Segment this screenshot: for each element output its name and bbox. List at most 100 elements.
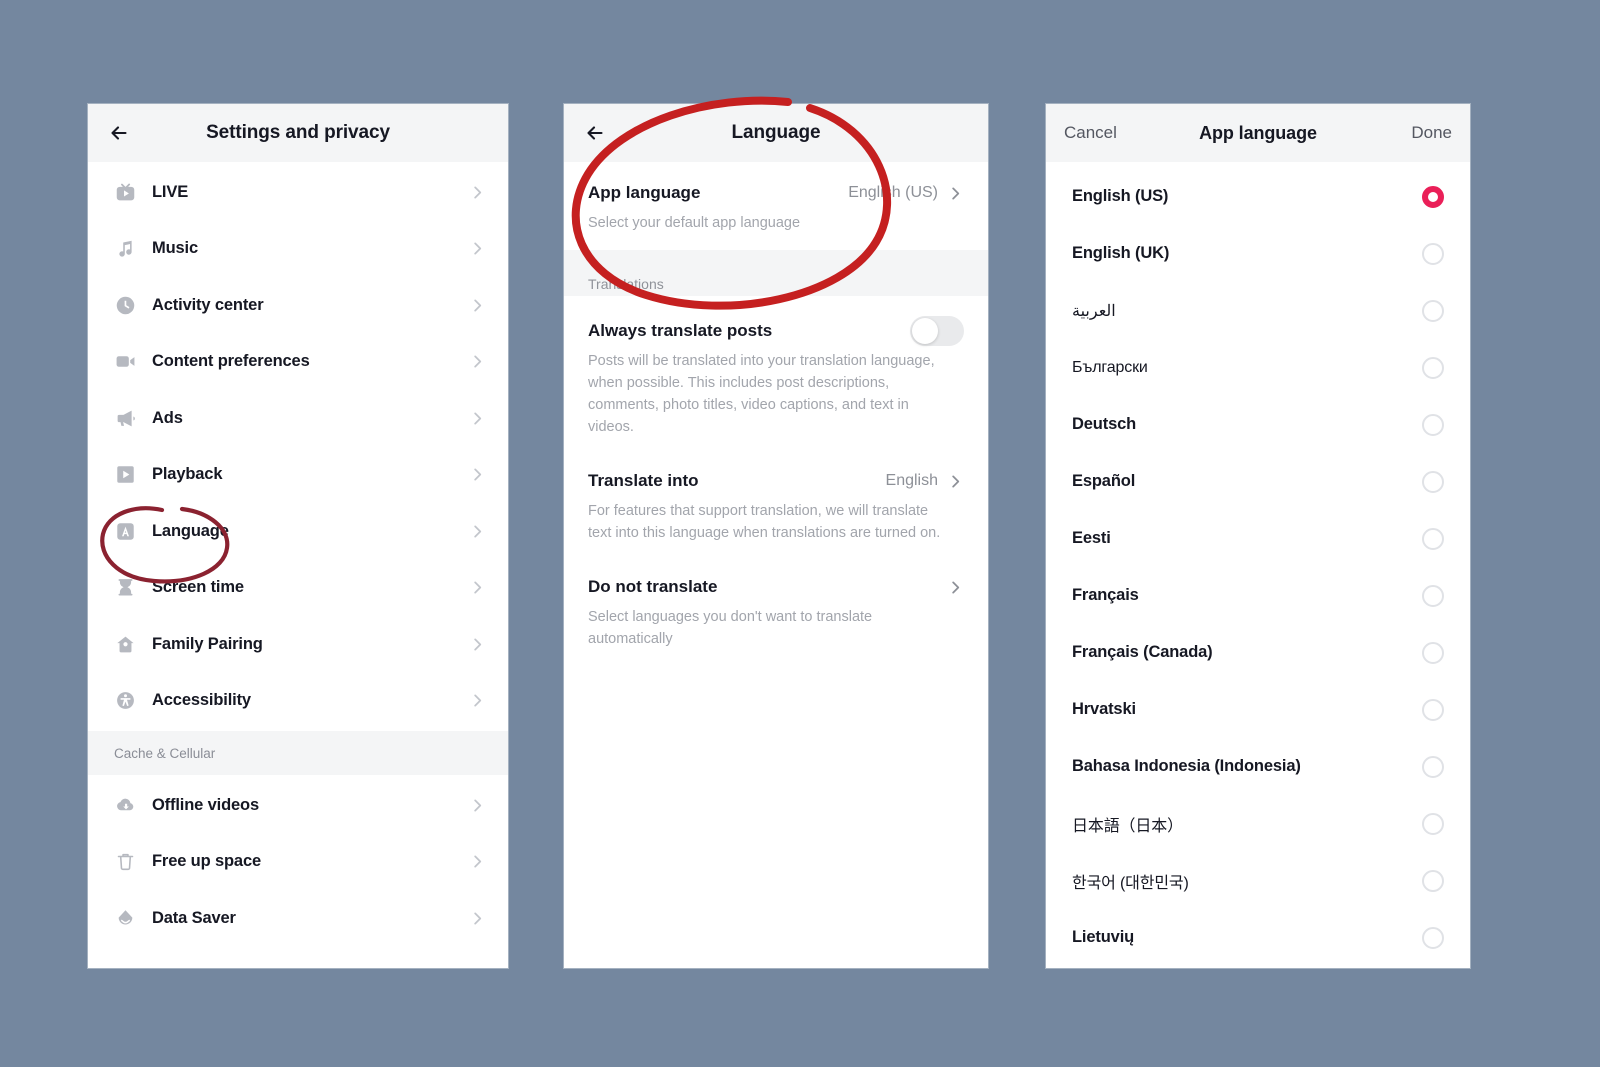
language-header: Language: [564, 104, 988, 162]
settings-item-label: LIVE: [152, 182, 189, 201]
app-language-panel: Cancel App language Done English (US) En…: [1046, 104, 1470, 968]
chevron-right-icon: [947, 473, 964, 490]
always-translate-toggle[interactable]: [910, 316, 964, 346]
cloud-download-icon: [114, 794, 136, 816]
settings-item-content-preferences[interactable]: Content preferences: [88, 334, 508, 391]
chevron-right-icon: [469, 636, 486, 653]
settings-group-main: LIVE Music Activity center Content prefe…: [88, 162, 508, 731]
settings-item-free-up-space[interactable]: Free up space: [88, 834, 508, 891]
language-label: 한국어 (대한민국): [1072, 874, 1189, 892]
do-not-translate-subtitle: Select languages you don't want to trans…: [588, 609, 873, 647]
list-item[interactable]: Français: [1046, 567, 1470, 624]
music-note-icon: [114, 238, 136, 260]
section-label: Cache & Cellular: [114, 745, 216, 761]
radio-unselected[interactable]: [1422, 413, 1444, 436]
language-label: Español: [1072, 472, 1136, 490]
radio-unselected[interactable]: [1422, 812, 1444, 835]
list-item[interactable]: English (UK): [1046, 225, 1470, 282]
chevron-right-icon: [469, 410, 486, 427]
always-translate-posts-row[interactable]: Always translate posts Posts will be tra…: [564, 314, 988, 438]
chevron-right-icon: [469, 466, 486, 483]
do-not-translate-head: Do not translate: [588, 570, 964, 604]
chevron-right-icon: [469, 240, 486, 257]
radio-selected[interactable]: [1422, 185, 1444, 208]
toggle-knob: [912, 318, 938, 344]
radio-unselected[interactable]: [1422, 584, 1444, 607]
list-item[interactable]: Español: [1046, 453, 1470, 510]
chevron-right-icon: [469, 297, 486, 314]
settings-item-accessibility[interactable]: Accessibility: [88, 673, 508, 730]
list-item[interactable]: Eesti: [1046, 510, 1470, 567]
settings-item-family-pairing[interactable]: Family Pairing: [88, 616, 508, 673]
list-item[interactable]: English (US): [1046, 168, 1470, 225]
app-language-row[interactable]: App language English (US) Select your de…: [564, 176, 988, 234]
radio-unselected[interactable]: [1422, 869, 1444, 892]
app-language-header: Cancel App language Done: [1046, 104, 1470, 162]
list-item[interactable]: Deutsch: [1046, 396, 1470, 453]
language-label: Hrvatski: [1072, 700, 1136, 718]
translate-into-subtitle: For features that support translation, w…: [588, 503, 941, 541]
list-item[interactable]: Lietuvių: [1046, 909, 1470, 966]
settings-item-offline-videos[interactable]: Offline videos: [88, 777, 508, 834]
chevron-right-icon: [469, 853, 486, 870]
settings-item-screen-time[interactable]: Screen time: [88, 560, 508, 617]
radio-unselected[interactable]: [1422, 356, 1444, 379]
settings-item-music[interactable]: Music: [88, 221, 508, 278]
translate-into-title: Translate into: [588, 471, 699, 490]
chevron-right-icon: [469, 579, 486, 596]
do-not-translate-row[interactable]: Do not translate Select languages you do…: [564, 570, 988, 650]
app-language-title: App language: [588, 183, 701, 202]
list-item[interactable]: Français (Canada): [1046, 624, 1470, 681]
cancel-button[interactable]: Cancel: [1064, 123, 1117, 143]
translate-into-value: English: [885, 472, 938, 489]
settings-item-label: Screen time: [152, 578, 244, 597]
language-label: Lietuvių: [1072, 928, 1135, 946]
radio-unselected[interactable]: [1422, 926, 1444, 949]
settings-page-title: Settings and privacy: [206, 122, 390, 143]
house-icon: [114, 633, 136, 655]
settings-item-language[interactable]: Language: [88, 503, 508, 560]
list-item[interactable]: العربية: [1046, 282, 1470, 339]
radio-unselected[interactable]: [1422, 698, 1444, 721]
language-label: Français (Canada): [1072, 643, 1213, 661]
list-item[interactable]: Hrvatski: [1046, 681, 1470, 738]
settings-item-label: Data Saver: [152, 908, 236, 927]
radio-unselected[interactable]: [1422, 242, 1444, 265]
language-label: Deutsch: [1072, 415, 1137, 433]
settings-item-live[interactable]: LIVE: [88, 164, 508, 221]
back-arrow-icon[interactable]: [106, 118, 136, 148]
list-item[interactable]: 日本語（日本）: [1046, 795, 1470, 852]
translations-card: Always translate posts Posts will be tra…: [564, 296, 988, 666]
translate-into-row[interactable]: Translate into English For features that…: [564, 464, 988, 544]
done-button[interactable]: Done: [1411, 123, 1452, 143]
settings-header: Settings and privacy: [88, 104, 508, 162]
chevron-right-icon: [469, 692, 486, 709]
language-label: Français: [1072, 586, 1139, 604]
radio-unselected[interactable]: [1422, 641, 1444, 664]
radio-unselected[interactable]: [1422, 755, 1444, 778]
settings-and-privacy-panel: Settings and privacy LIVE Music Activity…: [88, 104, 508, 968]
settings-item-playback[interactable]: Playback: [88, 447, 508, 504]
list-item[interactable]: Български: [1046, 339, 1470, 396]
megaphone-icon: [114, 407, 136, 429]
back-arrow-icon[interactable]: [582, 118, 612, 148]
settings-item-label: Content preferences: [152, 352, 310, 371]
radio-unselected[interactable]: [1422, 527, 1444, 550]
settings-item-activity-center[interactable]: Activity center: [88, 277, 508, 334]
screenshot-stage: Settings and privacy LIVE Music Activity…: [0, 0, 1600, 1067]
settings-item-label: Language: [152, 521, 229, 540]
list-item[interactable]: Bahasa Indonesia (Indonesia): [1046, 738, 1470, 795]
play-square-icon: [114, 464, 136, 486]
list-item[interactable]: 한국어 (대한민국): [1046, 852, 1470, 909]
chevron-right-icon: [469, 184, 486, 201]
settings-item-label: Free up space: [152, 852, 262, 871]
radio-unselected[interactable]: [1422, 299, 1444, 322]
always-translate-title: Always translate posts: [588, 321, 773, 340]
data-saver-icon: [114, 907, 136, 929]
settings-item-data-saver[interactable]: Data Saver: [88, 890, 508, 947]
radio-unselected[interactable]: [1422, 470, 1444, 493]
section-label: Translations: [588, 276, 664, 292]
settings-item-ads[interactable]: Ads: [88, 390, 508, 447]
